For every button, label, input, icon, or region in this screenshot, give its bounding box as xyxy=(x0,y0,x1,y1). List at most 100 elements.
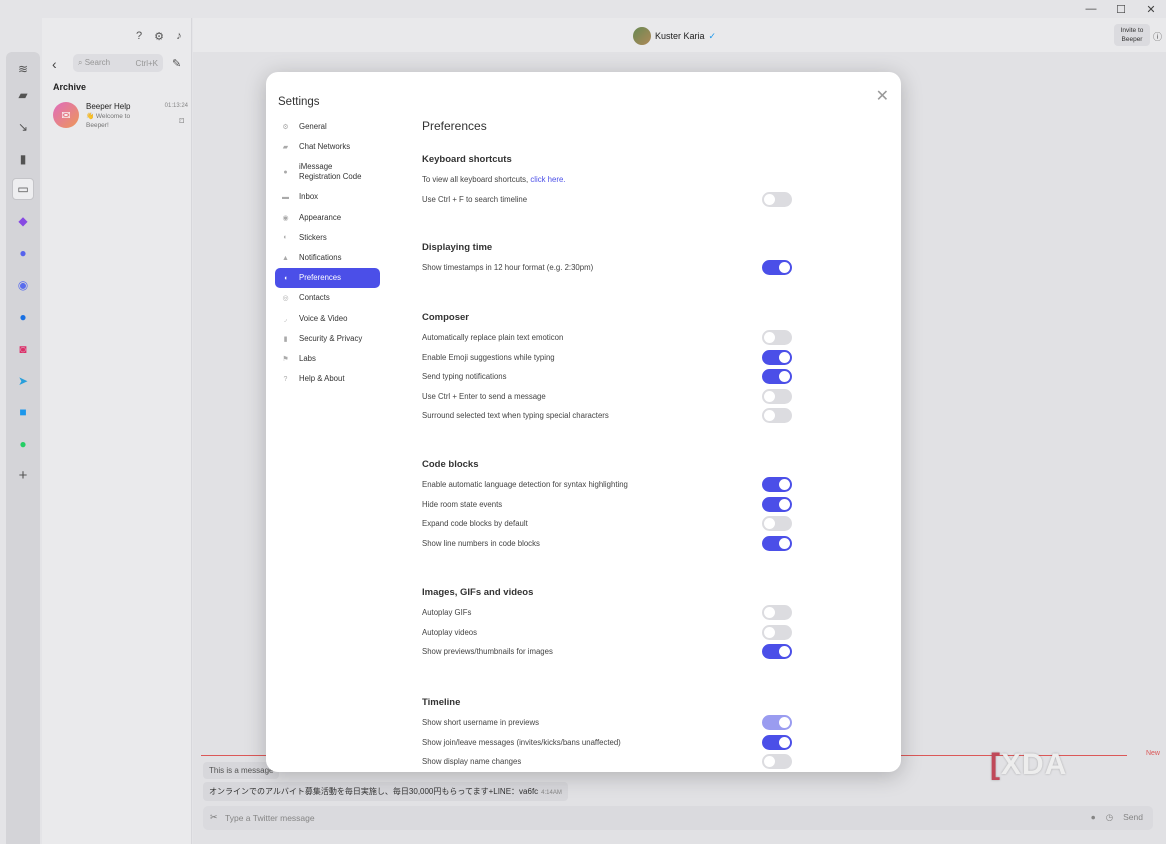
sticker-icon: ◐ xyxy=(283,234,288,242)
nav-item-inbox[interactable]: ▬ Inbox xyxy=(275,187,380,207)
nav-item-imessage-registration-code[interactable]: ● iMessage Registration Code xyxy=(275,157,380,187)
setting-row: Show join/leave messages (invites/kicks/… xyxy=(422,733,792,753)
toggle-knob xyxy=(779,479,790,491)
setting-row: Enable Emoji suggestions while typing xyxy=(422,348,792,368)
toggle-knob xyxy=(779,646,790,658)
toggle-switch[interactable] xyxy=(762,734,792,750)
nav-item-security-privacy[interactable]: ▮ Security & Privacy xyxy=(275,329,380,349)
settings-dialog: ✕ Settings ⚙ General ▰ Chat Networks ● iMessa… xyxy=(266,72,901,772)
section-title: Composer xyxy=(422,312,469,323)
toggle-switch[interactable] xyxy=(762,605,792,621)
toggle-switch[interactable] xyxy=(762,330,792,346)
setting-label: Use Ctrl + Enter to send a message xyxy=(422,391,546,401)
phone-icon: ◞ xyxy=(284,315,287,323)
toggle-knob xyxy=(779,736,790,748)
setting-label: Autoplay GIFs xyxy=(422,608,472,618)
setting-row: Surround selected text when typing speci… xyxy=(422,406,792,426)
nav-item-label: Security & Privacy xyxy=(299,333,363,343)
setting-label: Show timestamps in 12 hour format (e.g. … xyxy=(422,263,594,273)
setting-label: Enable Emoji suggestions while typing xyxy=(422,352,555,362)
nav-item-label: Notifications xyxy=(299,253,342,263)
close-icon[interactable]: ✕ xyxy=(876,86,889,106)
contacts-icon: ◎ xyxy=(282,295,289,303)
toggle-switch[interactable] xyxy=(762,624,792,640)
toggle-switch[interactable] xyxy=(762,754,792,770)
toggle-switch[interactable] xyxy=(762,349,792,365)
toggle-switch[interactable] xyxy=(762,191,792,207)
toggle-knob xyxy=(779,717,790,729)
note-text: To view all keyboard shortcuts, xyxy=(422,175,531,185)
nav-item-label: Chat Networks xyxy=(299,142,351,152)
toggle-switch[interactable] xyxy=(762,388,792,404)
nav-item-label: Stickers xyxy=(299,232,327,242)
setting-label: Show display name changes xyxy=(422,757,522,767)
toggle-switch[interactable] xyxy=(762,516,792,532)
shortcuts-link[interactable]: click here. xyxy=(530,175,565,184)
setting-row: Hide room state events xyxy=(422,495,792,515)
nav-item-label: Appearance xyxy=(299,212,342,222)
nav-item-notifications[interactable]: ▲ Notifications xyxy=(275,248,380,268)
toggle-knob xyxy=(764,193,775,205)
setting-label: Expand code blocks by default xyxy=(422,519,528,529)
setting-row: Show line numbers in code blocks xyxy=(422,534,792,554)
setting-label: Hide room state events xyxy=(422,499,503,509)
toggle-switch[interactable] xyxy=(762,535,792,551)
setting-label: Show short username in previews xyxy=(422,718,540,728)
toggle-switch[interactable] xyxy=(762,369,792,385)
nav-item-label: Contacts xyxy=(299,293,330,303)
toggle-switch[interactable] xyxy=(762,715,792,731)
section-composer: Composer Automatically replace plain text… xyxy=(422,308,792,426)
nav-item-voice-video[interactable]: ◞ Voice & Video xyxy=(275,309,380,329)
toggle-switch[interactable] xyxy=(762,496,792,512)
setting-row: Show previews/thumbnails for images xyxy=(422,642,792,662)
setting-row: Show short username in previews xyxy=(422,713,792,733)
nav-item-label: iMessage Registration Code xyxy=(299,162,362,182)
toggle-knob xyxy=(779,371,790,383)
setting-label: Send typing notifications xyxy=(422,372,507,382)
setting-row: Automatically replace plain text emotico… xyxy=(422,328,792,348)
nav-item-label: Labs xyxy=(299,353,316,363)
nav-item-appearance[interactable]: ◉ Appearance xyxy=(275,208,380,228)
toggle-knob xyxy=(779,351,790,363)
nav-item-chat-networks[interactable]: ▰ Chat Networks xyxy=(275,137,380,157)
nav-item-stickers[interactable]: ◐ Stickers xyxy=(275,228,380,248)
settings-nav: ⚙ General ▰ Chat Networks ● iMessage Registra… xyxy=(275,117,380,389)
toggle-switch[interactable] xyxy=(762,477,792,493)
nav-item-help-about[interactable]: ? Help & About xyxy=(275,369,380,389)
section-code-blocks: Code blocks Enable automatic language det… xyxy=(422,455,792,553)
toggle-switch[interactable] xyxy=(762,408,792,424)
nav-item-contacts[interactable]: ◎ Contacts xyxy=(275,288,380,308)
nav-item-label: General xyxy=(299,122,327,132)
nav-item-label: Preferences xyxy=(299,273,342,283)
nav-item-preferences[interactable]: ◖ Preferences xyxy=(275,268,380,289)
toggle-icon: ◖ xyxy=(283,274,288,282)
shortcuts-note: To view all keyboard shortcuts, click he… xyxy=(422,170,792,190)
setting-label: Show previews/thumbnails for images xyxy=(422,647,553,657)
setting-row: Use Ctrl + Enter to send a message xyxy=(422,387,792,407)
toggle-knob xyxy=(764,332,775,344)
toggle-switch[interactable] xyxy=(762,644,792,660)
nav-item-label: Voice & Video xyxy=(299,313,348,323)
setting-label: Enable automatic language detection for … xyxy=(422,480,628,490)
toggle-knob xyxy=(779,537,790,549)
flag-icon: ⚑ xyxy=(282,355,289,363)
section-title: Displaying time xyxy=(422,242,493,253)
bell-icon: ▲ xyxy=(282,254,289,262)
setting-label: Surround selected text when typing speci… xyxy=(422,411,609,421)
section-title: Images, GIFs and videos xyxy=(422,587,534,598)
setting-row: Show display name changes xyxy=(422,752,792,772)
section-keyboard-shortcuts: Keyboard shortcuts To view all keyboard s… xyxy=(422,150,792,209)
nav-item-labs[interactable]: ⚑ Labs xyxy=(275,349,380,369)
section-timeline: Timeline Show short username in previews S… xyxy=(422,693,792,772)
toggle-knob xyxy=(764,390,775,402)
setting-row: Show timestamps in 12 hour format (e.g. … xyxy=(422,258,792,278)
section-title: Code blocks xyxy=(422,459,479,470)
toggle-knob xyxy=(764,756,775,768)
nav-item-general[interactable]: ⚙ General xyxy=(275,117,380,137)
toggle-knob xyxy=(779,262,790,274)
toggle-switch[interactable] xyxy=(762,260,792,276)
toggle-knob xyxy=(764,410,775,422)
help-icon: ? xyxy=(283,375,288,383)
eye-icon: ◉ xyxy=(282,214,289,222)
page-title: Preferences xyxy=(422,119,487,133)
